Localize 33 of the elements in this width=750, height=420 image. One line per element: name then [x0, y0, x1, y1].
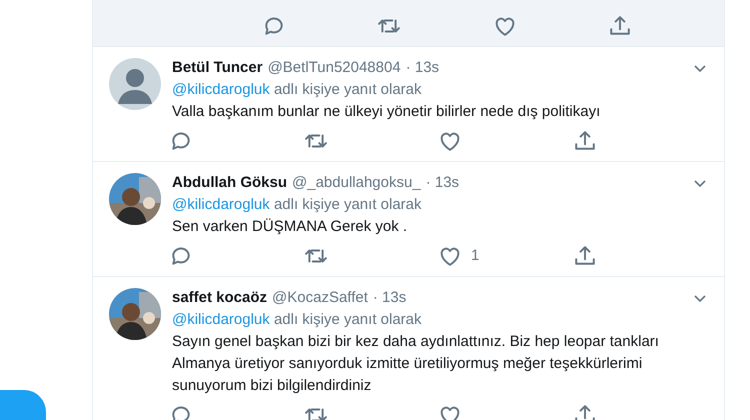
reply-icon[interactable] — [170, 130, 192, 152]
avatar-icon[interactable] — [109, 58, 161, 110]
reply-icon[interactable] — [170, 245, 192, 267]
mention-link[interactable]: @kilicdarogluk — [172, 196, 270, 213]
heart-icon[interactable] — [439, 130, 461, 152]
heart-icon[interactable] — [439, 404, 461, 420]
user-name[interactable]: Betül Tuncer — [172, 57, 263, 79]
share-icon[interactable] — [574, 130, 596, 152]
tweet-text: Valla başkanım bunlar ne ülkeyi yönetir bilirler nede dış politikayı — [172, 102, 602, 122]
like-count: 1 — [471, 246, 480, 266]
reply-icon[interactable] — [263, 15, 285, 37]
share-icon[interactable] — [574, 245, 596, 267]
user-handle[interactable]: @_abdullahgoksu_ — [292, 172, 421, 194]
reply-context: adlı kişiye yanıt olarak — [274, 311, 422, 328]
reply-icon[interactable] — [170, 404, 192, 420]
timestamp[interactable]: · 13s — [406, 57, 440, 79]
heart-icon[interactable] — [439, 245, 461, 267]
mention-link[interactable]: @kilicdarogluk — [172, 311, 270, 328]
tweet-text: Sayın genel başkan bizi bir kez daha aydınlattınız. Biz hep leopar tankları Almanya üretiyor sanıyorduk izmitte üretiliyormuş meğer teşekkürlerimi sunuyorum bizi bilgilendirdiniz — [172, 332, 660, 396]
user-handle[interactable]: @KocazSaffet — [272, 287, 368, 309]
share-icon[interactable] — [608, 15, 631, 37]
heart-icon[interactable] — [494, 15, 516, 37]
share-icon[interactable] — [574, 404, 596, 420]
tweet-text: Sen varken DÜŞMANA Gerek yok . — [172, 217, 408, 237]
compose-button[interactable] — [0, 390, 46, 420]
timestamp[interactable]: · 13s — [372, 287, 406, 309]
timestamp[interactable]: · 13s — [426, 172, 460, 194]
reply-context: adlı kişiye yanıt olarak — [274, 196, 422, 213]
user-handle[interactable]: @BetlTun52048804 — [268, 57, 401, 79]
reply-context: adlı kişiye yanıt olarak — [274, 81, 422, 98]
user-name[interactable]: saffet kocaöz — [172, 287, 268, 309]
user-name[interactable]: Abdullah Göksu — [172, 172, 288, 194]
mention-link[interactable]: @kilicdarogluk — [172, 81, 270, 98]
